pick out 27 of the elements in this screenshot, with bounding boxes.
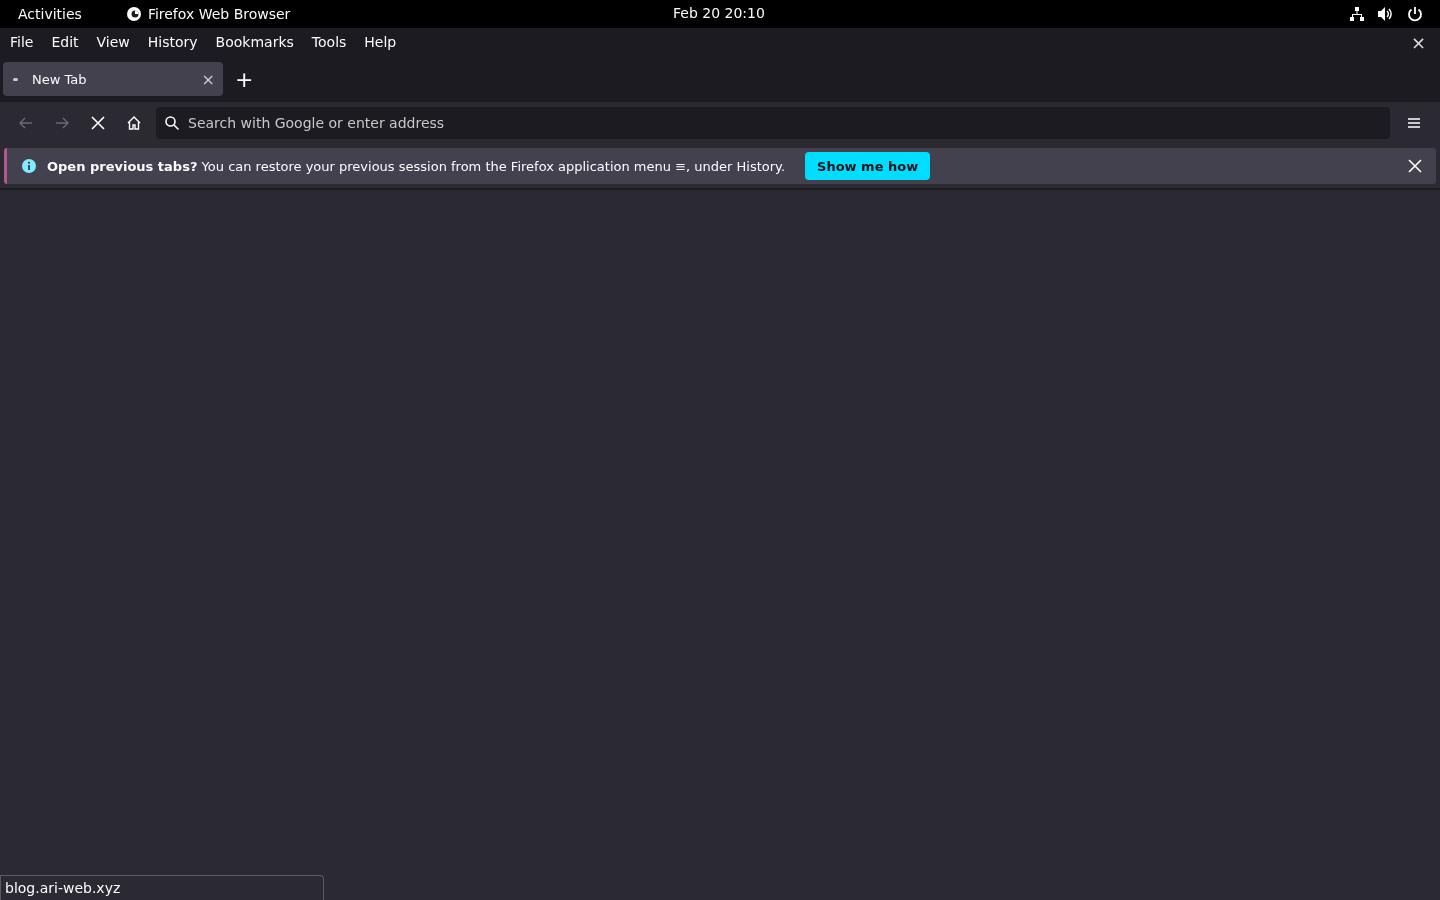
network-icon[interactable] xyxy=(1349,6,1365,22)
address-field[interactable]: Search with Google or enter address xyxy=(156,107,1390,139)
browser-tab[interactable]: New Tab × xyxy=(3,62,223,96)
firefox-icon xyxy=(125,6,142,22)
close-window-button[interactable]: × xyxy=(1410,31,1426,53)
menu-item[interactable]: Edit xyxy=(51,34,79,50)
search-icon xyxy=(164,115,180,131)
app-name[interactable]: Firefox Web Browser xyxy=(147,6,291,22)
menu-item[interactable]: View xyxy=(96,34,130,50)
loading-icon xyxy=(13,77,18,81)
power-icon[interactable] xyxy=(1407,6,1423,22)
menu-item[interactable]: Tools xyxy=(311,34,347,50)
stop-icon[interactable] xyxy=(90,115,106,131)
show-me-how-button[interactable]: Show me how xyxy=(805,152,931,180)
menu-item[interactable]: History xyxy=(147,34,198,50)
menu-item[interactable]: File xyxy=(10,34,34,50)
clock[interactable]: Feb 20 20:10 xyxy=(673,5,765,21)
notification-message: Open previous tabs? You can restore your previous session from the Firefox application menu ≡, under History. xyxy=(47,158,786,174)
menu-item[interactable]: Bookmarks xyxy=(215,34,294,50)
home-icon[interactable] xyxy=(126,115,142,131)
info-icon xyxy=(21,158,37,174)
activities-button[interactable]: Activities xyxy=(18,6,82,22)
menu-icon[interactable] xyxy=(1406,115,1422,131)
close-icon[interactable] xyxy=(1408,159,1422,173)
menu-item[interactable]: Help xyxy=(364,34,397,50)
new-tab-button[interactable]: + xyxy=(235,66,254,92)
volume-icon[interactable] xyxy=(1377,6,1395,22)
